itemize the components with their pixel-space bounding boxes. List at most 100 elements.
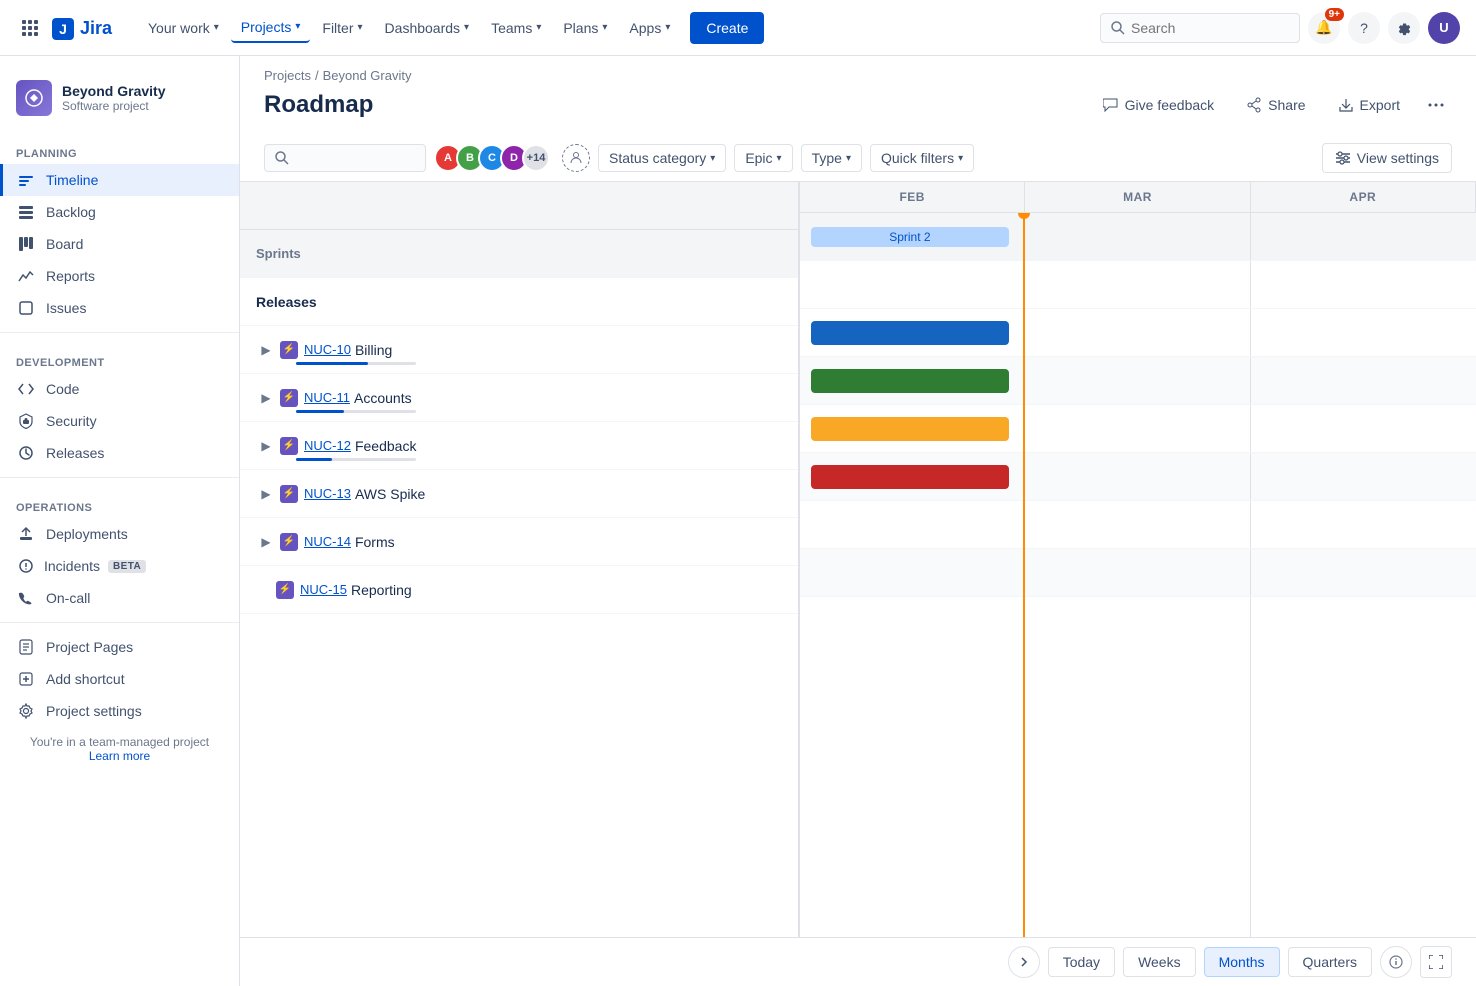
gantt-rows: Sprints Releases ▶ ⚡ NUC-10 Billing [240,230,798,937]
prev-nav-button[interactable] [1008,946,1040,978]
sidebar-item-backlog[interactable]: Backlog [0,196,239,228]
nav-right-section: 🔔 9+ ? U [1100,12,1460,44]
sidebar-item-board[interactable]: Board [0,228,239,260]
accounts-bar[interactable] [811,369,1008,393]
roadmap-search[interactable] [264,144,426,172]
sidebar-item-deployments[interactable]: Deployments [0,518,239,550]
sidebar-item-security[interactable]: Security [0,405,239,437]
gantt-right-panel: FEB MAR APR [800,182,1476,937]
item-type-icon: ⚡ [280,341,298,359]
nav-arrow: ▾ [358,22,363,33]
item-name: AWS Spike [355,486,425,502]
nav-your-work[interactable]: Your work ▾ [138,14,229,42]
weeks-button[interactable]: Weeks [1123,947,1196,977]
person-filter-button[interactable] [562,144,590,172]
expand-button[interactable]: ▶ [256,484,276,504]
sidebar-footer-link[interactable]: Learn more [89,749,150,763]
type-filter[interactable]: Type ▾ [801,144,862,172]
search-icon [1111,21,1125,35]
roadmap-search-input[interactable] [295,150,415,166]
gantt-reporting-row [800,549,1476,597]
view-settings-button[interactable]: View settings [1322,143,1452,173]
releases-label: Releases [256,294,317,310]
grid-menu-icon[interactable] [16,14,44,42]
sidebar-item-project-pages[interactable]: Project Pages [0,631,239,663]
expand-button[interactable]: ▶ [256,340,276,360]
sidebar-footer: You're in a team-managed project Learn m… [0,727,239,771]
search-box[interactable] [1100,13,1300,43]
item-id[interactable]: NUC-11 [304,390,350,405]
nav-projects[interactable]: Projects ▾ [231,13,311,43]
item-id[interactable]: NUC-15 [300,582,347,597]
quarters-button[interactable]: Quarters [1288,947,1372,977]
breadcrumb-projects[interactable]: Projects [264,68,311,83]
quick-filters[interactable]: Quick filters ▾ [870,144,974,172]
more-actions-button[interactable] [1420,97,1452,113]
sidebar-item-on-call[interactable]: On-call [0,582,239,614]
avatar-count[interactable]: +14 [522,144,550,172]
gantt-sprint-row: Sprint 2 [800,213,1476,261]
svg-text:Jira: Jira [80,18,113,38]
sidebar-item-label: Add shortcut [46,671,125,687]
sidebar-item-issues[interactable]: Issues [0,292,239,324]
export-button[interactable]: Export [1326,91,1412,119]
notifications-button[interactable]: 🔔 9+ [1308,12,1340,44]
gantt-billing-row [800,309,1476,357]
sidebar-item-incidents[interactable]: Incidents BETA [0,550,239,582]
epic-filter[interactable]: Epic ▾ [734,144,792,172]
item-id[interactable]: NUC-14 [304,534,351,549]
item-id[interactable]: NUC-12 [304,438,351,453]
share-button[interactable]: Share [1234,91,1317,119]
sprint-bar: Sprint 2 [811,227,1008,247]
gantt-months-header: FEB MAR APR [800,182,1476,213]
item-type-icon: ⚡ [280,437,298,455]
billing-bar[interactable] [811,321,1008,345]
nav-dashboards[interactable]: Dashboards ▾ [375,14,480,42]
sidebar-project: Beyond Gravity Software project [0,72,239,132]
app-logo[interactable]: J Jira [52,14,122,42]
user-avatar[interactable]: U [1428,12,1460,44]
progress-bar [296,362,416,365]
ellipsis-icon [1428,103,1444,107]
timeline-icon [16,172,36,188]
export-icon [1338,97,1354,113]
breadcrumb-project-name[interactable]: Beyond Gravity [323,68,412,83]
awsspike-bar[interactable] [811,465,1008,489]
settings-button[interactable] [1388,12,1420,44]
months-button[interactable]: Months [1204,947,1280,977]
item-type-icon: ⚡ [276,581,294,599]
expand-button[interactable]: ▶ [256,532,276,552]
status-category-filter[interactable]: Status category ▾ [598,144,726,172]
info-icon [1389,955,1403,969]
nav-arrow: ▾ [536,22,541,33]
help-button[interactable]: ? [1348,12,1380,44]
info-button[interactable] [1380,946,1412,978]
give-feedback-button[interactable]: Give feedback [1091,91,1227,119]
sidebar-item-code[interactable]: Code [0,373,239,405]
search-input[interactable] [1131,20,1281,36]
sidebar-item-add-shortcut[interactable]: Add shortcut [0,663,239,695]
feedback-bar[interactable] [811,417,1008,441]
view-settings-icon [1335,150,1351,166]
sidebar-project-type: Software project [62,99,165,113]
today-button[interactable]: Today [1048,947,1115,977]
nav-filter[interactable]: Filter ▾ [312,14,372,42]
item-id[interactable]: NUC-13 [304,486,351,501]
expand-button[interactable]: ▶ [256,388,276,408]
fullscreen-button[interactable] [1420,946,1452,978]
nav-teams[interactable]: Teams ▾ [481,14,551,42]
sidebar-item-project-settings[interactable]: Project settings [0,695,239,727]
item-name: Forms [355,534,395,550]
sidebar-item-reports[interactable]: Reports [0,260,239,292]
sidebar-item-label: Deployments [46,526,128,542]
sidebar-item-releases[interactable]: Releases [0,437,239,469]
expand-button[interactable]: ▶ [256,436,276,456]
sidebar-item-label: Security [46,413,97,429]
chevron-right-icon [1018,956,1030,968]
item-id[interactable]: NUC-10 [304,342,351,357]
sidebar-item-timeline[interactable]: Timeline [0,164,239,196]
create-button[interactable]: Create [690,12,764,44]
nav-plans[interactable]: Plans ▾ [553,14,617,42]
backlog-icon [16,204,36,220]
nav-apps[interactable]: Apps ▾ [619,14,680,42]
